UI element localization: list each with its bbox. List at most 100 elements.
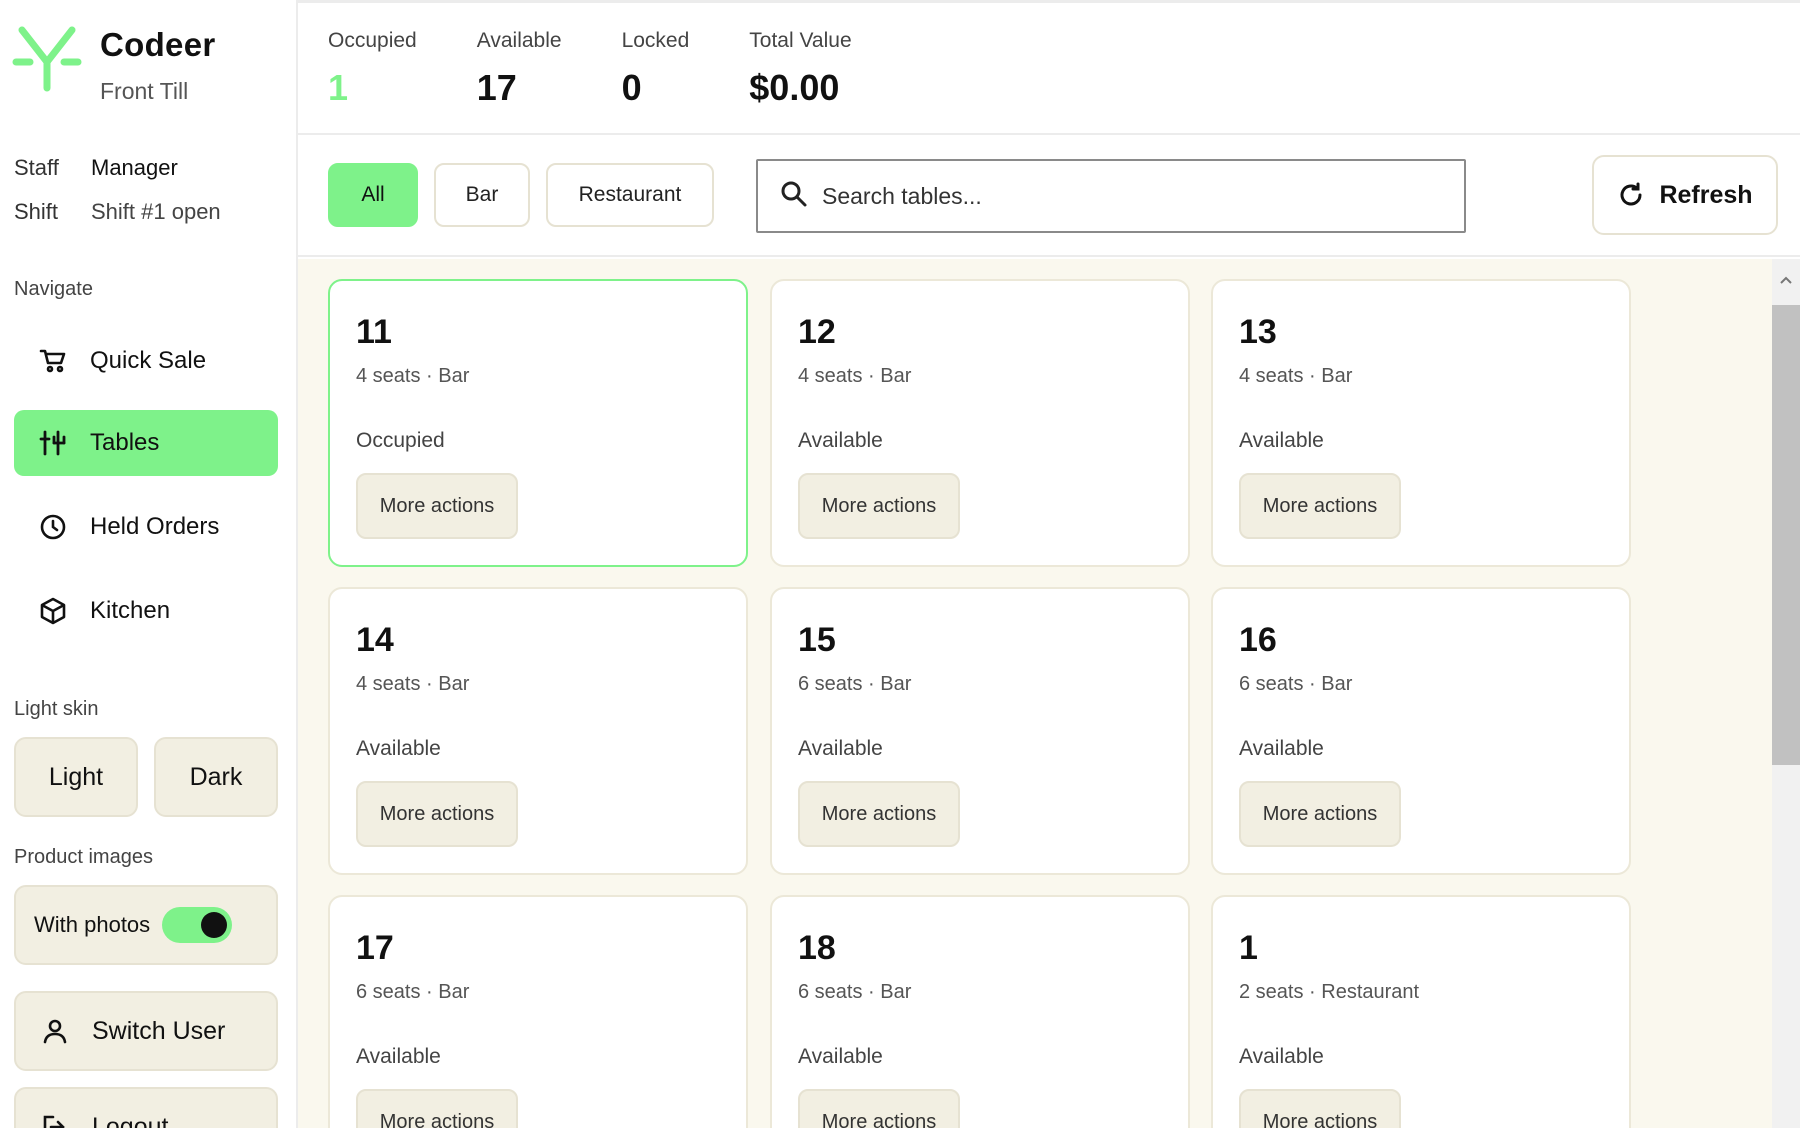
search-icon [780, 180, 808, 213]
stat-label: Locked [621, 29, 690, 52]
scroll-thumb[interactable] [1772, 305, 1800, 765]
table-seats: 4 seats · Bar [356, 673, 470, 695]
switch-user-button[interactable]: Switch User [14, 991, 278, 1071]
table-status: Available [1239, 1045, 1324, 1068]
table-number: 13 [1239, 313, 1277, 351]
stat-label: Occupied [328, 29, 417, 52]
table-number: 14 [356, 621, 394, 659]
more-actions-button[interactable]: More actions [1239, 781, 1401, 847]
refresh-label: Refresh [1659, 180, 1753, 209]
brand-name: Codeer [100, 26, 216, 63]
table-card-18[interactable]: 18 6 seats · Bar Available More actions [770, 895, 1190, 1128]
table-seats: 6 seats · Bar [1239, 673, 1353, 695]
main-panel: Occupied 1 Available 17 Locked 0 Total V… [298, 0, 1800, 1128]
shift-value: Shift #1 open [91, 199, 221, 224]
nav-item-held-orders[interactable]: Held Orders [14, 494, 278, 560]
table-seats: 6 seats · Bar [798, 673, 912, 695]
clock-icon [38, 512, 68, 542]
stat-locked: Locked 0 [622, 29, 690, 133]
table-card-12[interactable]: 12 4 seats · Bar Available More actions [770, 279, 1190, 567]
staff-label: Staff [14, 155, 59, 180]
nav-item-label: Quick Sale [90, 347, 207, 374]
table-status: Available [1239, 429, 1324, 452]
logout-button[interactable]: Logout [14, 1087, 278, 1128]
table-status: Available [356, 1045, 441, 1068]
stat-value: $0.00 [749, 67, 840, 108]
cart-icon [38, 346, 68, 376]
app-root: Codeer Front Till Staff Manager Shift Sh… [0, 0, 1800, 1128]
table-card-11[interactable]: 11 4 seats · Bar Occupied More actions [328, 279, 748, 567]
logout-icon [40, 1112, 70, 1128]
table-number: 17 [356, 929, 394, 967]
photos-toggle-card[interactable]: With photos [14, 885, 278, 965]
light-skin-button[interactable]: Light [14, 737, 138, 817]
stat-label: Available [476, 29, 562, 52]
table-status: Occupied [356, 429, 445, 452]
refresh-button[interactable]: Refresh [1592, 155, 1778, 235]
table-card-17[interactable]: 17 6 seats · Bar Available More actions [328, 895, 748, 1128]
staff-value: Manager [91, 155, 178, 180]
brand-subtitle: Front Till [100, 78, 189, 104]
more-actions-button[interactable]: More actions [356, 1089, 518, 1128]
product-images-label: Product images [14, 846, 153, 868]
table-status: Available [1239, 737, 1324, 760]
scroll-up-icon[interactable] [1772, 275, 1800, 295]
stat-available: Available 17 [477, 29, 562, 133]
nav-item-label: Kitchen [90, 597, 171, 624]
session-info: Staff Manager Shift Shift #1 open [14, 146, 221, 234]
skin-section-label: Light skin [14, 698, 99, 720]
table-card-13[interactable]: 13 4 seats · Bar Available More actions [1211, 279, 1631, 567]
table-number: 16 [1239, 621, 1277, 659]
brand: Codeer Front Till [12, 24, 216, 105]
table-number: 18 [798, 929, 836, 967]
sidebar: Codeer Front Till Staff Manager Shift Sh… [0, 0, 298, 1128]
photos-toggle-label: With photos [34, 912, 151, 937]
table-card-16[interactable]: 16 6 seats · Bar Available More actions [1211, 587, 1631, 875]
stat-label: Total Value [749, 29, 852, 52]
stat-value: 1 [328, 67, 349, 108]
table-seats: 2 seats · Restaurant [1239, 981, 1420, 1003]
stat-value: 17 [476, 67, 517, 108]
more-actions-button[interactable]: More actions [1239, 1089, 1401, 1128]
nav-item-kitchen[interactable]: Kitchen [14, 578, 278, 644]
table-card-1[interactable]: 1 2 seats · Restaurant Available More ac… [1211, 895, 1631, 1128]
stat-total-value: Total Value $0.00 [749, 29, 851, 133]
table-card-14[interactable]: 14 4 seats · Bar Available More actions [328, 587, 748, 875]
table-number: 11 [356, 313, 392, 351]
codeer-logo-icon [12, 26, 82, 92]
table-seats: 6 seats · Bar [356, 981, 470, 1003]
more-actions-button[interactable]: More actions [798, 781, 960, 847]
more-actions-button[interactable]: More actions [356, 473, 518, 539]
stat-occupied: Occupied 1 [328, 29, 417, 133]
filter-restaurant-button[interactable]: Restaurant [546, 163, 714, 227]
table-status: Available [798, 737, 883, 760]
shift-row: Shift Shift #1 open [14, 190, 221, 234]
search-input[interactable] [822, 182, 1422, 210]
staff-row: Staff Manager [14, 146, 221, 190]
stats-bar: Occupied 1 Available 17 Locked 0 Total V… [298, 3, 1800, 135]
tables-grid: 11 4 seats · Bar Occupied More actions 1… [298, 259, 1800, 1128]
table-seats: 4 seats · Bar [1239, 365, 1353, 387]
table-number: 1 [1239, 929, 1258, 967]
grid-scrollbar[interactable] [1772, 259, 1800, 1128]
user-icon [40, 1016, 70, 1046]
nav-item-tables[interactable]: Tables [14, 410, 278, 476]
filter-bar-button[interactable]: Bar [434, 163, 530, 227]
nav-item-label: Tables [90, 429, 160, 456]
more-actions-button[interactable]: More actions [798, 473, 960, 539]
utensils-icon [38, 428, 68, 458]
photos-toggle-switch[interactable] [162, 907, 233, 943]
dark-skin-button[interactable]: Dark [154, 737, 278, 817]
more-actions-button[interactable]: More actions [798, 1089, 960, 1128]
table-number: 12 [798, 313, 836, 351]
filter-all-button[interactable]: All [328, 163, 418, 227]
more-actions-button[interactable]: More actions [1239, 473, 1401, 539]
more-actions-button[interactable]: More actions [356, 781, 518, 847]
nav-item-quick-sale[interactable]: Quick Sale [14, 328, 278, 394]
table-status: Available [356, 737, 441, 760]
stat-value: 0 [621, 67, 642, 108]
table-number: 15 [798, 621, 836, 659]
box-icon [38, 596, 68, 626]
search-box [756, 159, 1466, 233]
table-card-15[interactable]: 15 6 seats · Bar Available More actions [770, 587, 1190, 875]
